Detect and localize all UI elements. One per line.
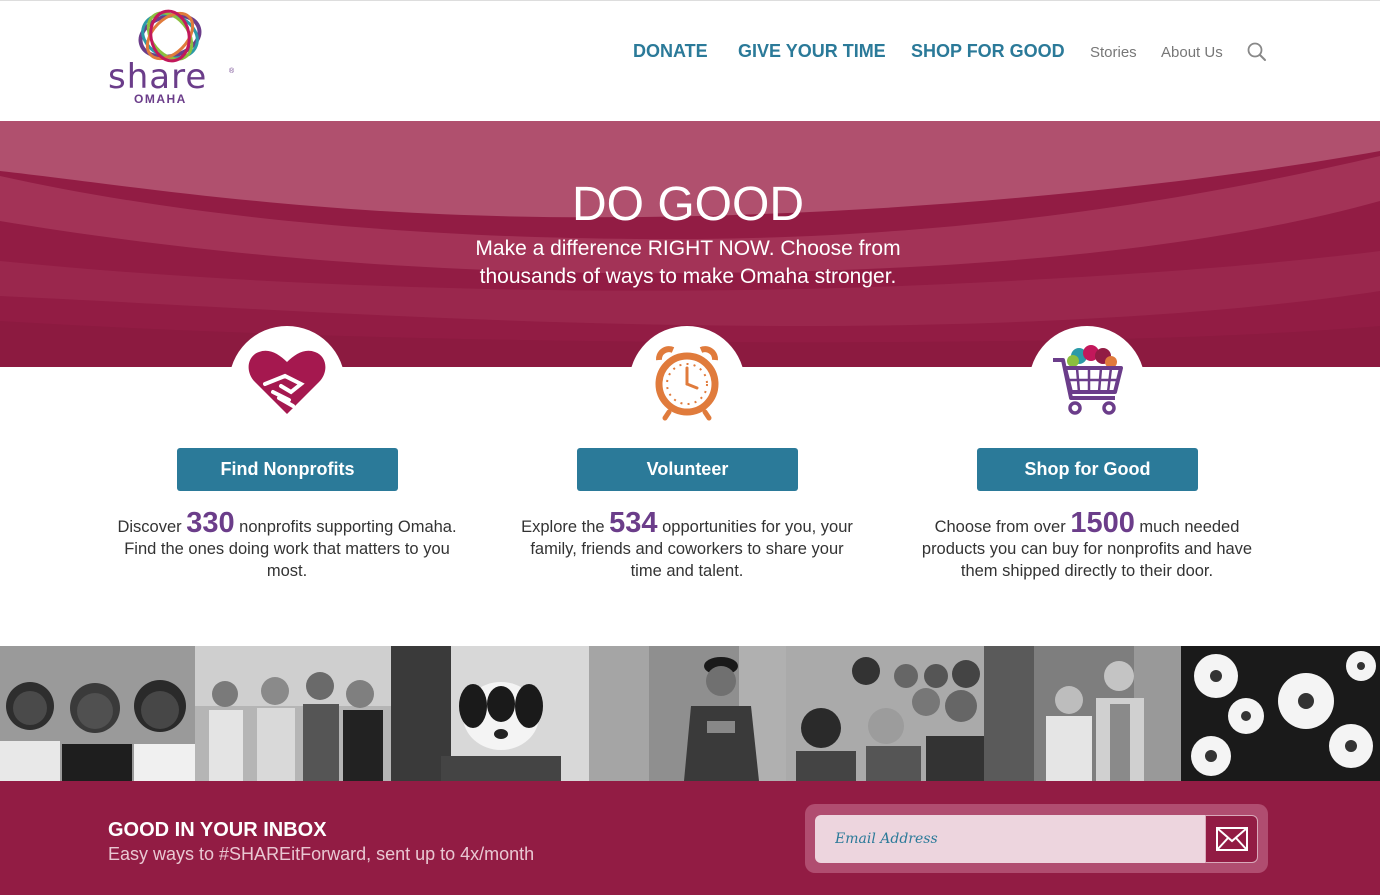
registered-mark: ® [229,68,235,75]
search-icon[interactable] [1246,41,1268,63]
newsletter-form [805,804,1268,873]
photo-puppy [391,646,589,781]
products-count: 1500 [1070,507,1135,539]
volunteer-description: Explore the 534 opportunities for you, y… [517,509,857,582]
nav-shop-for-good[interactable]: SHOP FOR GOOD [911,41,1065,62]
shop-for-good-button[interactable]: Shop for Good [977,448,1198,491]
email-input[interactable] [815,815,1205,863]
find-nonprofits-button[interactable]: Find Nonprofits [177,448,398,491]
nonprofits-icon-circle [229,326,345,442]
photo-flowers [1181,646,1380,781]
shopping-cart-icon [1053,345,1123,415]
nav-donate[interactable]: DONATE [633,41,708,62]
shop-description: Choose from over 1500 much needed produc… [917,509,1257,582]
envelope-submit-button[interactable] [1205,815,1258,863]
heart-handshake-icon [248,350,326,414]
logo-wordmark: share [108,57,208,97]
photo-strip [0,646,1380,781]
photo-group [786,646,984,781]
photo-kids [0,646,195,781]
photo-soldier [589,646,786,781]
shop-icon-circle [1029,326,1145,442]
nav-stories[interactable]: Stories [1090,44,1137,61]
site-header: share ® OMAHA DONATE GIVE YOUR TIME SHOP… [0,0,1380,121]
photo-family [195,646,391,781]
share-omaha-logo[interactable]: share ® OMAHA [104,9,244,106]
nonprofits-desc-pre: Discover [117,518,187,536]
newsletter-footer: GOOD IN YOUR INBOX Easy ways to #SHAREit… [0,781,1380,895]
volunteer-button[interactable]: Volunteer [577,448,798,491]
nav-about-us[interactable]: About Us [1161,44,1223,61]
nonprofits-description: Discover 330 nonprofits supporting Omaha… [117,509,457,582]
shop-desc-pre: Choose from over [934,518,1071,536]
nav-give-your-time[interactable]: GIVE YOUR TIME [738,41,886,62]
volunteer-desc-pre: Explore the [521,518,610,536]
nonprofits-count: 330 [186,507,235,539]
newsletter-title: GOOD IN YOUR INBOX [108,819,327,841]
photo-seniors [984,646,1181,781]
newsletter-subtitle: Easy ways to #SHAREitForward, sent up to… [108,844,535,864]
hero-title: DO GOOD [571,178,804,231]
volunteer-icon-circle [629,326,745,442]
alarm-clock-icon [655,346,719,421]
envelope-icon [1215,827,1248,851]
hero-subtitle: Make a difference RIGHT NOW. Choose from… [475,237,901,288]
logo-city: OMAHA [134,92,187,106]
volunteer-count: 534 [609,507,658,539]
